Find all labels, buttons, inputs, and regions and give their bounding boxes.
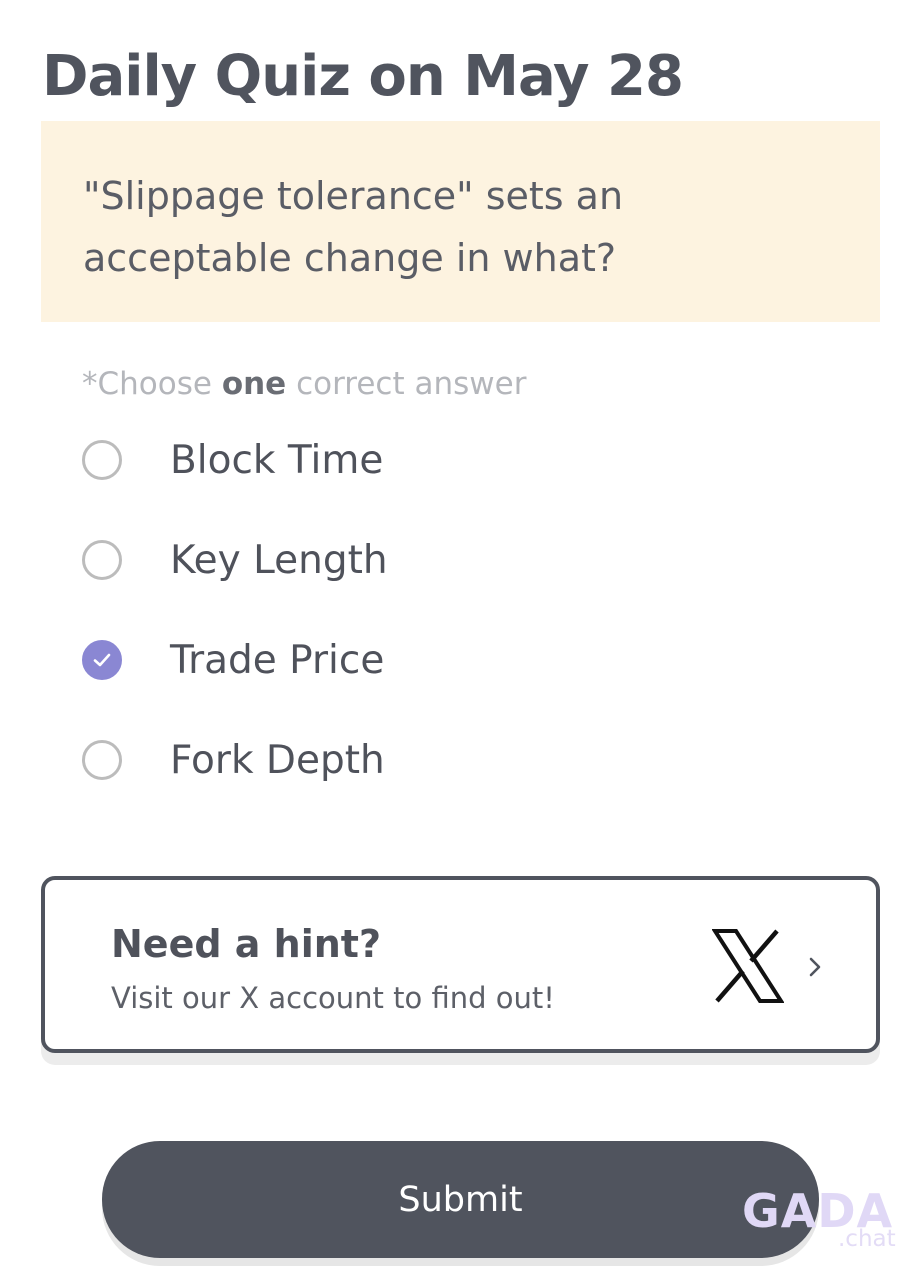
answer-option-label: Fork Depth — [170, 737, 385, 783]
answer-option-trade-price[interactable]: Trade Price — [82, 610, 862, 710]
answer-instruction: *Choose one correct answer — [82, 366, 526, 402]
watermark-domain: .chat — [838, 1226, 896, 1252]
question-card: "Slippage tolerance" sets an acceptable … — [41, 121, 880, 322]
question-text: "Slippage tolerance" sets an acceptable … — [83, 165, 840, 289]
hint-subtitle: Visit our X account to find out! — [111, 981, 555, 1015]
answer-option-label: Trade Price — [170, 637, 385, 683]
answer-option-label: Block Time — [170, 437, 384, 483]
radio-unchecked-icon[interactable] — [82, 740, 122, 780]
question-line-1: "Slippage tolerance" sets an — [83, 174, 624, 218]
answer-option-fork-depth[interactable]: Fork Depth — [82, 710, 862, 810]
answer-options: Block Time Key Length Trade Price Fork D… — [82, 410, 862, 810]
checkmark-icon — [93, 653, 111, 667]
radio-unchecked-icon[interactable] — [82, 440, 122, 480]
hint-card[interactable]: Need a hint? Visit our X account to find… — [41, 876, 880, 1053]
instruction-prefix: *Choose — [82, 366, 222, 402]
answer-option-key-length[interactable]: Key Length — [82, 510, 862, 610]
radio-checked-icon[interactable] — [82, 640, 122, 680]
instruction-emphasis: one — [221, 366, 287, 402]
question-line-2: acceptable change in what? — [83, 236, 617, 280]
x-logo-icon — [712, 929, 784, 1003]
submit-button[interactable]: Submit — [102, 1141, 819, 1258]
instruction-suffix: correct answer — [286, 366, 527, 402]
answer-option-block-time[interactable]: Block Time — [82, 410, 862, 510]
answer-option-label: Key Length — [170, 537, 388, 583]
radio-unchecked-icon[interactable] — [82, 540, 122, 580]
page-title: Daily Quiz on May 28 — [42, 43, 684, 109]
chevron-right-icon — [809, 957, 821, 977]
hint-title: Need a hint? — [111, 922, 381, 966]
